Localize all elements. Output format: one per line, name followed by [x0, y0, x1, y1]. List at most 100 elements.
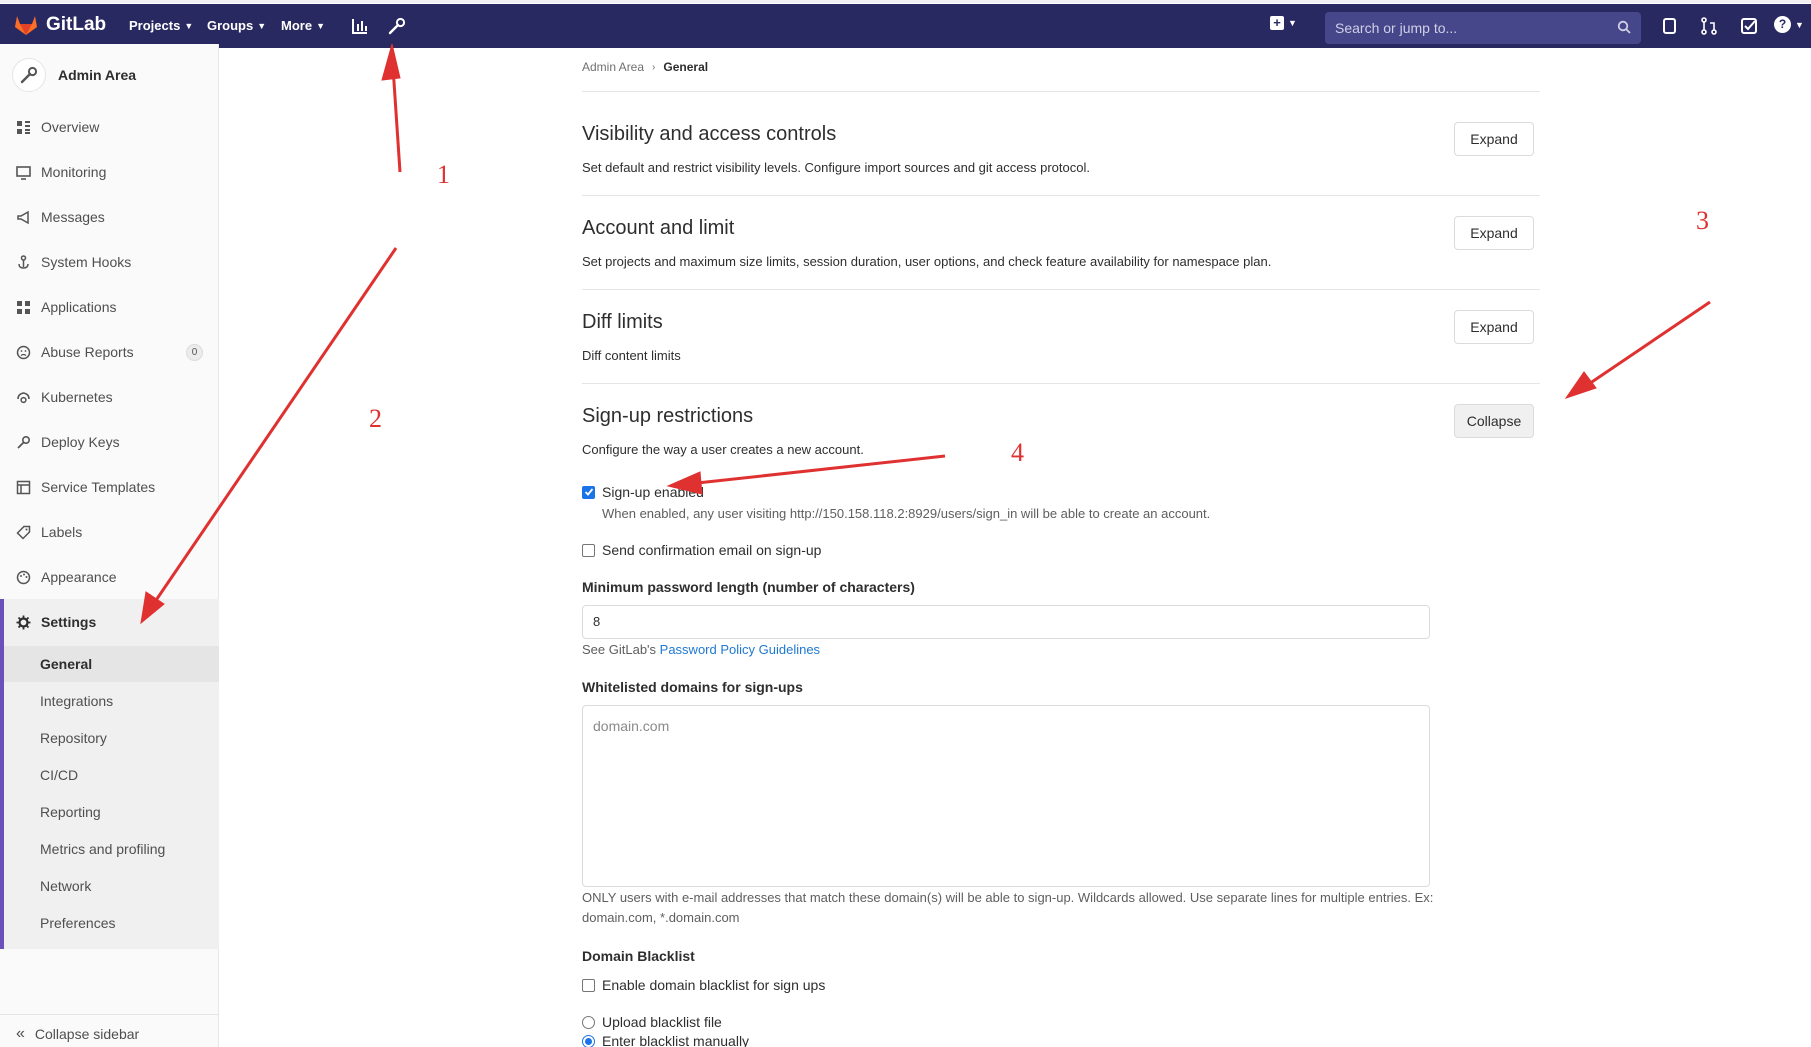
sidebar-item-label: Overview [41, 119, 100, 135]
expand-account-button[interactable]: Expand [1454, 216, 1534, 250]
chevron-down-icon: ▼ [1795, 19, 1804, 30]
chart-icon[interactable] [350, 16, 370, 36]
sidebar-item-appearance[interactable]: Appearance [16, 566, 117, 588]
hook-icon [18, 254, 29, 269]
sidebar-item-system-hooks[interactable]: System Hooks [16, 251, 131, 273]
checkmark-icon [584, 488, 593, 496]
sidebar-item-label: Settings [41, 614, 97, 630]
sidebar-sub-cicd[interactable]: CI/CD [40, 767, 78, 783]
sidebar-sub-preferences[interactable]: Preferences [40, 915, 115, 931]
sidebar-item-label: System Hooks [41, 254, 132, 270]
brand-name: GitLab [46, 14, 107, 35]
todo-icon[interactable] [1739, 16, 1759, 36]
sidebar-item-monitoring[interactable]: Monitoring [16, 161, 106, 183]
expand-diff-button[interactable]: Expand [1454, 310, 1534, 344]
chevron-down-icon: ▼ [184, 20, 194, 31]
sidebar-sub-network[interactable]: Network [40, 878, 91, 894]
signup-enabled-help: When enabled, any user visiting http://1… [602, 506, 1211, 521]
sidebar-item-deploy-keys[interactable]: Deploy Keys [16, 431, 120, 453]
breadcrumb-current: General [663, 60, 709, 74]
sidebar-item-messages[interactable]: Messages [16, 206, 105, 228]
section-title-account: Account and limit [582, 217, 735, 239]
section-title-visibility: Visibility and access controls [582, 123, 837, 145]
section-desc-visibility: Set default and restrict visibility leve… [582, 160, 1090, 175]
admin-sidebar: Admin Area Overview Monitoring Messages … [0, 44, 219, 1047]
blacklist-enable-checkbox[interactable] [582, 978, 595, 992]
annotation-number-3: 3 [1696, 206, 1709, 235]
search-icon [1617, 20, 1631, 34]
sidebar-item-label: Labels [41, 524, 83, 540]
palette-icon [16, 570, 31, 584]
sidebar-item-service-templates[interactable]: Service Templates [16, 476, 155, 498]
collapse-sidebar-button[interactable]: « Collapse sidebar [0, 1014, 219, 1047]
sidebar-item-label: Service Templates [41, 479, 156, 495]
sidebar-item-labels[interactable]: Labels [16, 521, 82, 543]
admin-avatar [12, 58, 46, 92]
wrench-icon[interactable] [387, 16, 407, 36]
sidebar-sub-repository[interactable]: Repository [40, 730, 107, 746]
sidebar-item-overview[interactable]: Overview [16, 116, 99, 138]
sidebar-item-label: Abuse Reports [41, 344, 134, 360]
section-desc-diff: Diff content limits [582, 348, 681, 363]
expand-visibility-button[interactable]: Expand [1454, 122, 1534, 156]
confirm-email-checkbox[interactable] [582, 543, 595, 557]
search-input[interactable]: Search or jump to... [1325, 12, 1641, 44]
projects-menu[interactable]: Projects ▼ [129, 18, 193, 33]
breadcrumb-root[interactable]: Admin Area [582, 60, 644, 74]
password-policy-link[interactable]: Password Policy Guidelines [660, 642, 820, 657]
sidebar-item-settings[interactable]: Settings [16, 611, 96, 633]
whitelist-textarea[interactable]: domain.com [582, 705, 1430, 887]
sidebar-sub-integrations[interactable]: Integrations [40, 693, 113, 709]
more-menu[interactable]: More ▼ [281, 18, 325, 33]
sidebar-item-abuse-reports[interactable]: Abuse Reports [16, 341, 134, 363]
issues-icon[interactable] [1660, 16, 1680, 36]
signup-enabled-label: Sign-up enabled [602, 484, 704, 500]
signup-enabled-row: Sign-up enabled [582, 484, 704, 500]
merge-request-icon[interactable] [1699, 16, 1719, 36]
gear-icon [16, 615, 31, 629]
annotation-arrow-3 [1579, 300, 1711, 392]
sidebar-item-label: Monitoring [41, 164, 107, 180]
sidebar-item-applications[interactable]: Applications [16, 296, 117, 318]
sidebar-header[interactable]: Admin Area [12, 58, 136, 92]
grid-icon [17, 120, 30, 134]
collapse-signup-button[interactable]: Collapse [1454, 404, 1534, 438]
chevron-down-icon: ▼ [1288, 18, 1297, 28]
groups-label: Groups [207, 18, 254, 33]
monitor-icon [16, 165, 31, 180]
help-icon: ? [1774, 16, 1791, 33]
min-password-input[interactable]: 8 [582, 605, 1430, 639]
annotation-arrow-1 [390, 51, 402, 173]
wrench-icon [20, 66, 38, 84]
active-sub-highlight [4, 646, 219, 682]
annotation-number-4: 4 [1011, 438, 1024, 467]
gitlab-logo[interactable]: GitLab [14, 14, 106, 36]
sidebar-sub-reporting[interactable]: Reporting [40, 804, 101, 820]
double-chevron-left-icon: « [16, 1025, 25, 1042]
sidebar-sub-metrics[interactable]: Metrics and profiling [40, 841, 165, 857]
search-placeholder: Search or jump to... [1335, 20, 1458, 36]
new-menu[interactable]: + ▼ [1270, 16, 1297, 30]
sidebar-item-label: Messages [41, 209, 105, 225]
sidebar-item-label: Kubernetes [41, 389, 113, 405]
kubernetes-icon [17, 391, 30, 403]
signup-enabled-checkbox[interactable] [582, 485, 595, 499]
apps-icon [17, 300, 30, 314]
breadcrumb: Admin Area › General [582, 60, 708, 74]
annotation-arrow-4 [687, 454, 946, 486]
sidebar-sub-general[interactable]: General [40, 656, 92, 672]
groups-menu[interactable]: Groups ▼ [207, 18, 266, 33]
manual-blacklist-row: Enter blacklist manually [582, 1033, 749, 1047]
key-icon [17, 435, 31, 449]
section-title-signup: Sign-up restrictions [582, 405, 754, 427]
help-menu[interactable]: ? ▼ [1774, 16, 1804, 33]
annotation-number-2: 2 [369, 404, 382, 433]
sidebar-item-kubernetes[interactable]: Kubernetes [16, 386, 113, 408]
blacklist-heading: Domain Blacklist [582, 948, 695, 964]
section-desc-account: Set projects and maximum size limits, se… [582, 254, 1272, 269]
upload-blacklist-radio[interactable] [582, 1015, 595, 1029]
upload-blacklist-row: Upload blacklist file [582, 1014, 722, 1030]
confirm-email-label: Send confirmation email on sign-up [602, 542, 822, 558]
upload-blacklist-label: Upload blacklist file [602, 1014, 722, 1030]
manual-blacklist-radio[interactable] [582, 1034, 595, 1047]
